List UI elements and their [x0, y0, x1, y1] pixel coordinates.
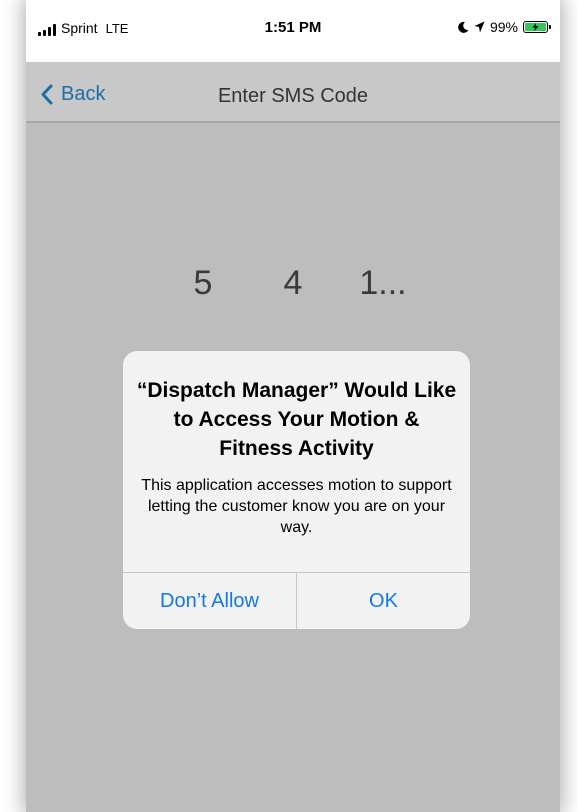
status-bar: Sprint LTE 1:51 PM 99%: [26, 0, 560, 62]
page-title: Enter SMS Code: [217, 85, 369, 107]
location-arrow-icon: [474, 21, 485, 33]
code-digit-3: 1...: [359, 264, 407, 302]
code-digit-2: 4: [283, 264, 303, 302]
alert-title: “Dispatch Manager” Would Like to Access …: [136, 379, 457, 460]
battery-cap: [549, 25, 551, 29]
dont-allow-button[interactable]: Don’t Allow: [123, 573, 296, 629]
alert-message: This application accesses motion to supp…: [141, 477, 452, 536]
sms-code-display: 5 4 1...: [26, 264, 560, 303]
status-right: 99%: [458, 19, 551, 35]
phone-screen: Sprint LTE 1:51 PM 99% Back Enter SMS Co…: [26, 0, 560, 812]
permission-alert: “Dispatch Manager” Would Like to Access …: [123, 351, 470, 629]
code-digit-1: 5: [193, 264, 213, 302]
battery-icon: [523, 21, 551, 33]
navigation-bar: Back Enter SMS Code: [26, 62, 560, 123]
battery-charging-fill: [525, 23, 546, 31]
bolt-icon: [532, 23, 539, 31]
battery-percent: 99%: [489, 19, 518, 35]
alert-actions: Don’t Allow OK: [123, 573, 470, 629]
ok-button[interactable]: OK: [297, 573, 470, 629]
moon-icon: [458, 21, 469, 33]
